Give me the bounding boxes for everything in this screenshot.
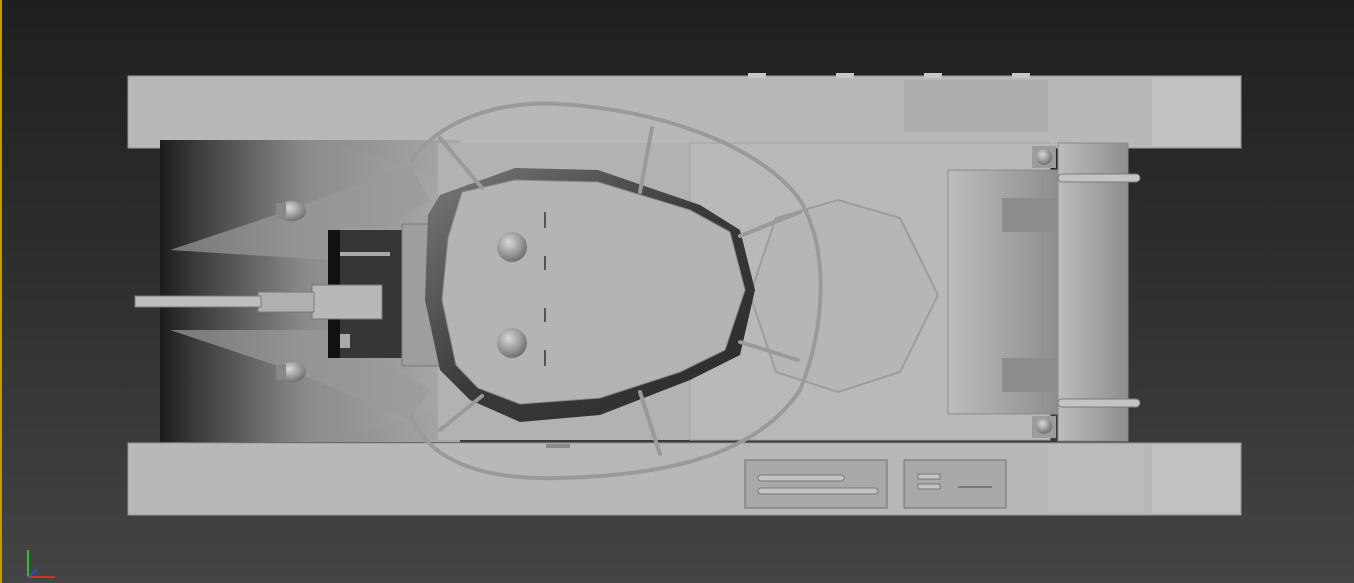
- turret-vent: [497, 328, 527, 358]
- axis-gizmo: [27, 550, 55, 578]
- 3d-viewport[interactable]: [0, 0, 1354, 583]
- tank-model-render: [27, 73, 1242, 578]
- gun-barrel: [134, 295, 262, 308]
- exhaust-pipe-bottom: [1057, 398, 1141, 408]
- rear-plate: [947, 142, 1141, 442]
- track-top: [127, 75, 1242, 149]
- turret-vent: [497, 232, 527, 262]
- exhaust-pipe-top: [1057, 173, 1141, 183]
